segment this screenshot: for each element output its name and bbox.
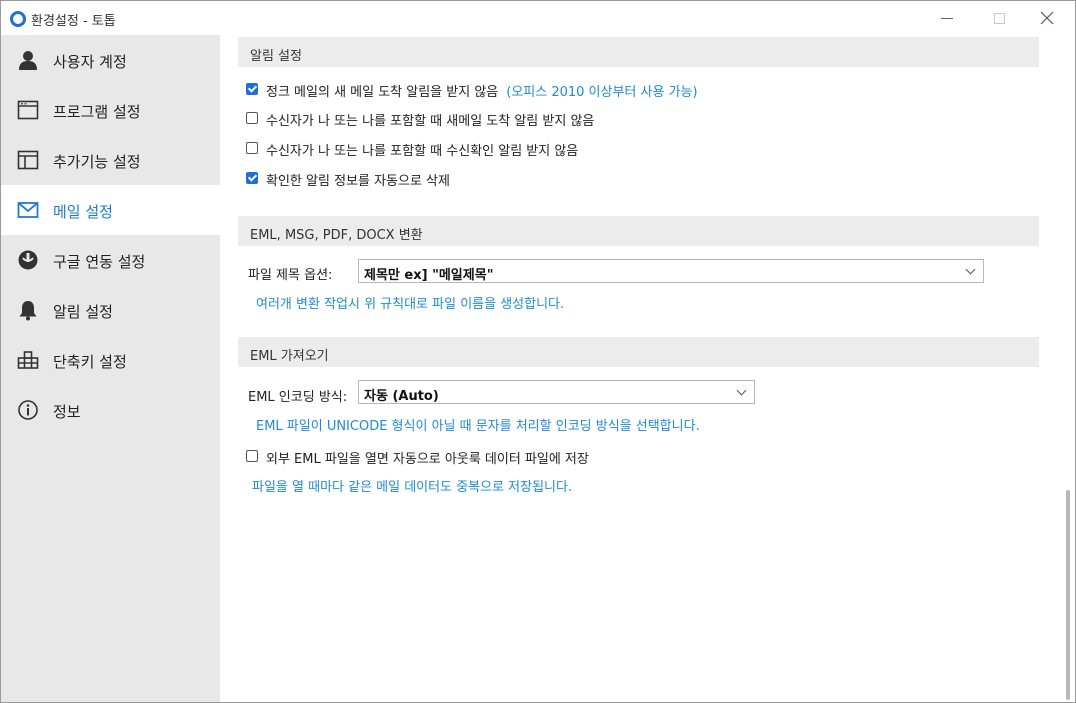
app-logo-icon <box>10 11 26 27</box>
section-title: 알림 설정 <box>250 49 302 64</box>
sidebar-item-label: 추가기능 설정 <box>53 153 141 171</box>
section-title: EML 가져오기 <box>250 349 329 364</box>
info-icon <box>18 400 38 420</box>
person-icon <box>19 51 37 70</box>
sidebar-item-notification-settings[interactable]: 알림 설정 <box>1 285 220 335</box>
conversion-hint: 여러개 변환 작업시 위 규칙대로 파일 이름을 생성합니다. <box>256 297 565 312</box>
select-value: 제목만 ex] "메일제목" <box>364 268 494 283</box>
section-header-eml-import: EML 가져오기 <box>238 337 1039 367</box>
sidebar-item-label: 사용자 계정 <box>53 53 127 71</box>
checkbox[interactable] <box>246 172 258 184</box>
window-title: 환경설정 - 토톱 <box>31 14 116 29</box>
availability-note: (오피스 2010 이상부터 사용 가능) <box>506 85 698 100</box>
sidebar-item-label: 구글 연동 설정 <box>53 253 146 271</box>
file-title-option-label: 파일 제목 옵션: <box>248 268 333 283</box>
minimize-icon <box>941 18 953 19</box>
sidebar-item-addon-settings[interactable]: 추가기능 설정 <box>1 135 220 185</box>
maximize-icon <box>994 13 1005 24</box>
settings-content: 알림 설정 정크 메일의 새 메일 도착 알림을 받지 않음 (오피스 2010 … <box>220 35 1060 702</box>
panel-icon <box>17 150 39 170</box>
keyboard-icon <box>17 351 39 369</box>
checkbox-label: 수신자가 나 또는 나를 포함할 때 수신확인 알림 받지 않음 <box>266 144 579 159</box>
chevron-down-icon <box>965 264 976 275</box>
checkbox-label: 수신자가 나 또는 나를 포함할 때 새메일 도착 알림 받지 않음 <box>266 114 595 129</box>
file-title-option-select[interactable]: 제목만 ex] "메일제목" <box>358 259 984 283</box>
checkbox[interactable] <box>246 83 258 95</box>
section-title: EML, MSG, PDF, DOCX 변환 <box>250 228 423 243</box>
sidebar-item-google-sync[interactable]: 구글 연동 설정 <box>1 235 220 285</box>
chevron-down-icon <box>736 385 747 396</box>
eml-encoding-select[interactable]: 자동 (Auto) <box>358 380 755 404</box>
sidebar-item-program-settings[interactable]: 프로그램 설정 <box>1 85 220 135</box>
sidebar-item-user-account[interactable]: 사용자 계정 <box>1 35 220 85</box>
checkbox-label: 확인한 알림 정보를 자동으로 삭제 <box>266 174 450 189</box>
close-button[interactable] <box>1027 5 1067 31</box>
sidebar-item-label: 정보 <box>53 403 81 421</box>
sidebar: 사용자 계정 프로그램 설정 추가기능 설정 메일 설정 구글 연동 설정 알림… <box>1 35 220 702</box>
minimize-button[interactable] <box>927 5 967 31</box>
eml-encoding-label: EML 인코딩 방식: <box>248 390 348 405</box>
envelope-icon <box>17 202 39 218</box>
sidebar-item-shortcut-settings[interactable]: 단축키 설정 <box>1 335 220 385</box>
sidebar-item-info[interactable]: 정보 <box>1 385 220 435</box>
section-header-conversion: EML, MSG, PDF, DOCX 변환 <box>238 216 1039 246</box>
maximize-button[interactable] <box>979 5 1019 31</box>
settings-window: 환경설정 - 토톱 사용자 계정 프로그램 설정 추가기능 설정 메일 설정 구… <box>0 0 1076 703</box>
sidebar-item-label: 메일 설정 <box>53 203 113 221</box>
scrollbar-thumb[interactable] <box>1066 490 1070 700</box>
vertical-scrollbar[interactable] <box>1060 35 1075 702</box>
title-bar: 환경설정 - 토톱 <box>1 1 1075 35</box>
section-header-notifications: 알림 설정 <box>238 37 1039 67</box>
checkbox[interactable] <box>246 142 258 154</box>
sidebar-item-label: 프로그램 설정 <box>53 103 141 121</box>
checkbox-label: 정크 메일의 새 메일 도착 알림을 받지 않음 (오피스 2010 이상부터 사… <box>266 85 698 100</box>
checkbox[interactable] <box>246 450 258 462</box>
google-icon <box>18 250 38 270</box>
sidebar-item-label: 단축키 설정 <box>53 353 127 371</box>
select-value: 자동 (Auto) <box>364 389 439 404</box>
window-icon <box>17 100 39 120</box>
checkbox[interactable] <box>246 112 258 124</box>
eml-encoding-hint: EML 파일이 UNICODE 형식이 아닐 때 문자를 처리할 인코딩 방식을… <box>256 419 700 434</box>
sidebar-item-mail-settings[interactable]: 메일 설정 <box>1 185 220 235</box>
auto-save-hint: 파일을 열 때마다 같은 메일 데이터도 중복으로 저장됩니다. <box>252 480 573 495</box>
close-icon <box>1040 11 1054 25</box>
bell-icon <box>19 301 37 321</box>
sidebar-item-label: 알림 설정 <box>53 303 113 321</box>
checkbox-label: 외부 EML 파일을 열면 자동으로 아웃룩 데이터 파일에 저장 <box>266 452 589 467</box>
